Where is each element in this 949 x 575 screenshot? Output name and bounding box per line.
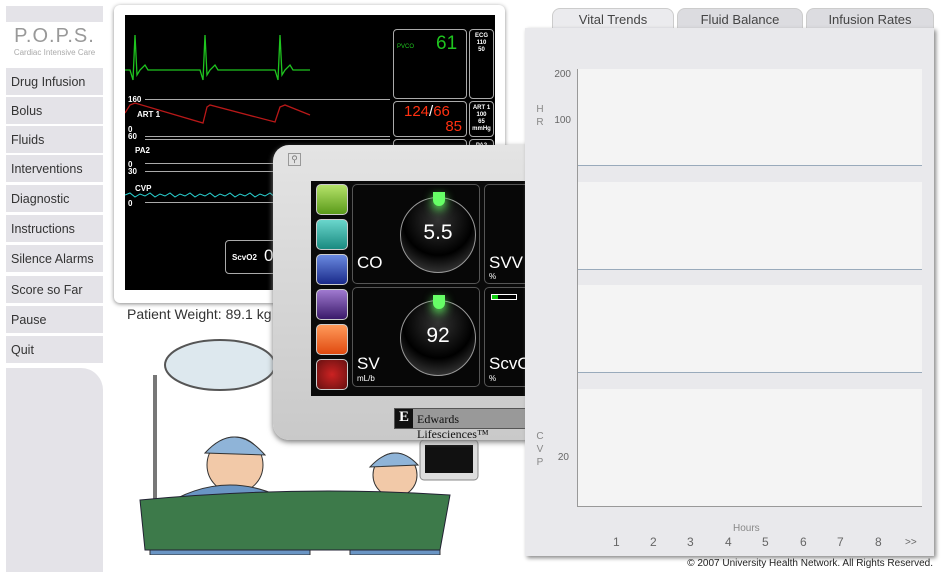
vital-trends-panel: HR 200 100 CVP 20 1 2 3 4 5 6 7 8 >> Hou…	[525, 28, 934, 556]
tab-vital-trends[interactable]: Vital Trends	[552, 8, 674, 29]
hr-box: PVCO 61	[393, 29, 467, 99]
nav-fluids[interactable]: Fluids	[6, 126, 103, 153]
app-title: P.O.P.S.	[14, 25, 95, 47]
tile-co[interactable]: 5.5 CO	[352, 184, 480, 284]
sidebar-bottom	[6, 368, 103, 572]
x-tick: 5	[762, 535, 769, 549]
sv-unit: mL/b	[357, 374, 375, 383]
nav-diagnostic[interactable]: Diagnostic	[6, 185, 103, 212]
nav-quit[interactable]: Quit	[6, 336, 103, 363]
patient-weight: Patient Weight: 89.1 kg	[127, 306, 272, 322]
cvp-scale-top: 30	[128, 167, 137, 176]
hr-tick-100: 100	[554, 115, 571, 126]
grid-view-icon[interactable]	[316, 219, 348, 250]
nav-instructions[interactable]: Instructions	[6, 215, 103, 242]
art-scale-top: 160	[128, 95, 142, 104]
nav-silence-alarms[interactable]: Silence Alarms	[6, 245, 103, 272]
copyright: © 2007 University Health Network. All Ri…	[687, 558, 933, 569]
nav-interventions[interactable]: Interventions	[6, 155, 103, 182]
tab-fluid-balance[interactable]: Fluid Balance	[677, 8, 803, 29]
art-name: ART 1	[137, 110, 161, 119]
edwards-logo: E Edwards Lifesciences™	[394, 408, 531, 441]
zoom-icon[interactable]: ⚲	[288, 153, 301, 166]
sv-label: SV	[357, 354, 380, 373]
art-systolic-diastolic: 124/66	[404, 103, 450, 120]
sidebar-top	[6, 6, 103, 22]
nav-drug-infusion[interactable]: Drug Infusion	[6, 68, 103, 95]
co-value: 5.5	[423, 221, 453, 244]
x-tick: 6	[800, 535, 807, 549]
silence-alarm-icon[interactable]	[316, 359, 348, 390]
next-page-button[interactable]: >>	[905, 537, 917, 548]
tab-infusion-rates[interactable]: Infusion Rates	[806, 8, 934, 29]
nav-pause[interactable]: Pause	[6, 306, 103, 333]
x-tick: 7	[837, 535, 844, 549]
cvp-axis-label: CVP	[536, 431, 544, 468]
cvp-scale-bottom: 0	[128, 199, 133, 208]
cvp-name: CVP	[135, 184, 152, 193]
x-axis-label: Hours	[733, 523, 760, 534]
art-limits: ART 1 100 65 mmHg	[469, 101, 494, 137]
tile-sv[interactable]: 92 SV mL/b	[352, 287, 480, 387]
x-tick: 3	[687, 535, 694, 549]
trend-plot-3	[577, 285, 922, 372]
x-tick: 4	[725, 535, 732, 549]
settings-icon[interactable]	[316, 289, 348, 320]
nav-score-so-far[interactable]: Score so Far	[6, 276, 103, 303]
ecg-mode: PVCO	[397, 44, 415, 50]
pa-scale-top: 60	[128, 132, 137, 141]
snapshot-icon[interactable]	[316, 324, 348, 355]
x-tick: 2	[650, 535, 657, 549]
x-tick: 1	[613, 535, 620, 549]
signal-quality-indicator	[491, 294, 517, 300]
trend-plot-2	[577, 182, 922, 269]
art-box: 124/66 85	[393, 101, 467, 137]
heart-rate-value: 61	[436, 33, 458, 54]
x-tick: 8	[875, 535, 882, 549]
app-subtitle: Cardiac Intensive Care	[13, 48, 96, 57]
screen-select-icon[interactable]	[316, 184, 348, 215]
ecg-waveform	[125, 34, 310, 81]
ecg-limits: ECG 110 50	[469, 29, 494, 99]
hr-plot	[577, 69, 922, 166]
nav-bolus[interactable]: Bolus	[6, 97, 103, 124]
cvp-tick-20: 20	[557, 452, 569, 463]
svv-label: SVV	[489, 253, 524, 272]
clinical-actions-icon[interactable]	[316, 254, 348, 285]
hr-tick-200: 200	[554, 69, 571, 80]
svv-unit: %	[489, 272, 497, 281]
app-logo: P.O.P.S. Cardiac Intensive Care	[6, 25, 103, 57]
co-label: CO	[357, 253, 383, 272]
sv-value: 92	[426, 324, 450, 347]
scvo2-label: ScvO2	[232, 253, 257, 262]
art-mean: 85	[445, 118, 462, 135]
cvp-plot	[577, 389, 922, 507]
pa-name: PA2	[135, 146, 150, 155]
scvo2-tile-unit: %	[489, 374, 497, 383]
